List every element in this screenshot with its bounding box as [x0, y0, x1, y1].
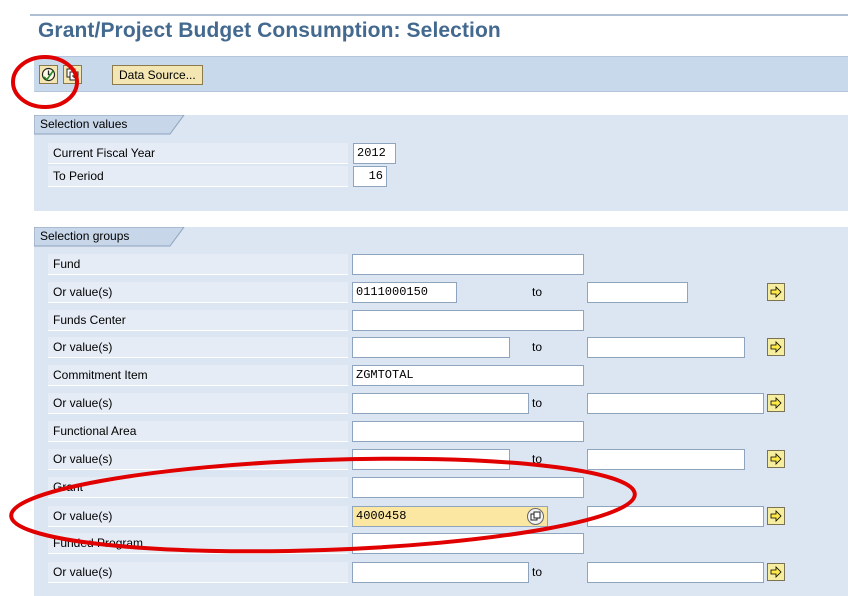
panel-title: Selection values — [40, 117, 128, 131]
to-label: to — [532, 452, 543, 466]
funds-center-input[interactable] — [352, 310, 584, 331]
execute-button[interactable] — [39, 65, 58, 84]
multiple-selection-button[interactable] — [767, 338, 785, 356]
field-label-funds-center: Funds Center — [48, 310, 348, 331]
fund-to-input[interactable] — [587, 282, 688, 303]
copy-icon — [66, 68, 79, 81]
funds-center-to-input[interactable] — [587, 337, 745, 358]
field-label-grant: Grant — [48, 477, 348, 498]
arrow-right-icon — [770, 341, 782, 353]
arrow-right-icon — [770, 510, 782, 522]
top-divider — [30, 14, 848, 16]
multiple-selection-button[interactable] — [767, 450, 785, 468]
field-label-fund: Fund — [48, 254, 348, 275]
field-label-or-values: Or value(s) — [48, 449, 348, 470]
multiple-selection-button[interactable] — [767, 283, 785, 301]
field-label-or-values: Or value(s) — [48, 282, 348, 303]
page-title: Grant/Project Budget Consumption: Select… — [38, 19, 501, 42]
field-label-to-period: To Period — [48, 166, 348, 187]
commitment-item-to-input[interactable] — [587, 393, 764, 414]
funds-center-from-input[interactable] — [352, 337, 510, 358]
funded-program-input[interactable] — [352, 533, 584, 554]
selection-values-panel: Selection values Current Fiscal Year 201… — [34, 115, 848, 211]
funded-program-from-input[interactable] — [352, 562, 529, 583]
fund-input[interactable] — [352, 254, 584, 275]
multiple-selection-button[interactable] — [767, 507, 785, 525]
to-label: to — [532, 285, 543, 299]
funded-program-to-input[interactable] — [587, 562, 764, 583]
commitment-item-input[interactable]: ZGMTOTAL — [352, 365, 584, 386]
copy-button[interactable] — [63, 65, 82, 84]
arrow-right-icon — [770, 566, 782, 578]
value-help-button[interactable] — [527, 508, 544, 525]
field-label-or-values: Or value(s) — [48, 393, 348, 414]
field-label-functional-area: Functional Area — [48, 421, 348, 442]
functional-area-from-input[interactable] — [352, 449, 510, 470]
field-label-or-values: Or value(s) — [48, 337, 348, 358]
application-toolbar: Data Source... — [34, 56, 848, 92]
functional-area-to-input[interactable] — [587, 449, 745, 470]
fiscal-year-input[interactable]: 2012 — [353, 143, 396, 164]
to-label: to — [532, 565, 543, 579]
arrow-right-icon — [770, 453, 782, 465]
fund-from-input[interactable]: 0111000150 — [352, 282, 457, 303]
field-label-or-values: Or value(s) — [48, 506, 348, 527]
grant-to-input[interactable] — [587, 506, 764, 527]
field-label-fiscal-year: Current Fiscal Year — [48, 143, 348, 164]
data-source-button[interactable]: Data Source... — [112, 65, 203, 85]
functional-area-input[interactable] — [352, 421, 584, 442]
execute-clock-icon — [41, 67, 56, 82]
selection-groups-panel: Selection groups Fund Or value(s) 011100… — [34, 227, 848, 596]
arrow-right-icon — [770, 397, 782, 409]
to-label: to — [532, 396, 543, 410]
to-period-input[interactable]: 16 — [353, 166, 387, 187]
multiple-selection-button[interactable] — [767, 394, 785, 412]
multiple-selection-button[interactable] — [767, 563, 785, 581]
field-label-funded-program: Funded Program — [48, 533, 348, 554]
to-label: to — [532, 340, 543, 354]
grant-from-input[interactable]: 4000458 — [352, 506, 548, 527]
panel-title: Selection groups — [40, 229, 130, 243]
arrow-right-icon — [770, 286, 782, 298]
value-help-icon — [530, 511, 541, 521]
field-label-commitment-item: Commitment Item — [48, 365, 348, 386]
grant-input[interactable] — [352, 477, 584, 498]
commitment-item-from-input[interactable] — [352, 393, 529, 414]
field-label-or-values: Or value(s) — [48, 562, 348, 583]
